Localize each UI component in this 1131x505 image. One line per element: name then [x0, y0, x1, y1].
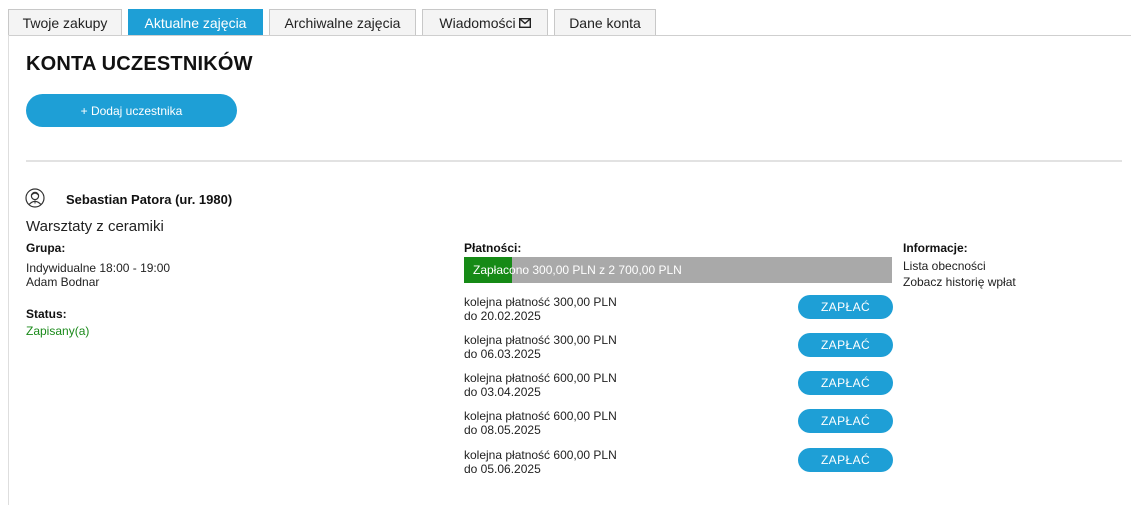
installment-amount: kolejna płatność 600,00 PLN — [464, 409, 617, 423]
add-participant-button[interactable]: + Dodaj uczestnika — [26, 94, 237, 127]
tab-wiadomosci[interactable]: Wiadomości — [422, 9, 548, 35]
tab-aktualne-zajecia[interactable]: Aktualne zajęcia — [128, 9, 263, 35]
payment-installment: kolejna płatność 600,00 PLN do 03.04.202… — [464, 371, 894, 405]
installment-amount: kolejna płatność 600,00 PLN — [464, 448, 617, 462]
tab-label: Dane konta — [569, 14, 641, 31]
payment-installment: kolejna płatność 600,00 PLN do 08.05.202… — [464, 409, 894, 443]
course-name: Warsztaty z ceramiki — [26, 218, 164, 235]
pay-button[interactable]: ZAPŁAĆ — [798, 295, 893, 319]
installment-due-date: do 08.05.2025 — [464, 423, 541, 437]
pay-button[interactable]: ZAPŁAĆ — [798, 371, 893, 395]
payment-installment: kolejna płatność 300,00 PLN do 06.03.202… — [464, 333, 894, 367]
payments-label: Płatności: — [464, 241, 522, 255]
pay-button[interactable]: ZAPŁAĆ — [798, 333, 893, 357]
info-label: Informacje: — [903, 241, 968, 255]
status-label: Status: — [26, 307, 67, 321]
tab-label: Wiadomości — [439, 14, 516, 31]
installment-amount: kolejna płatność 600,00 PLN — [464, 371, 617, 385]
tab-label: Aktualne zajęcia — [144, 14, 247, 31]
tab-archiwalne-zajecia[interactable]: Archiwalne zajęcia — [269, 9, 416, 35]
tab-bar: Twoje zakupy Aktualne zajęcia Archiwalne… — [8, 9, 662, 35]
group-schedule: Indywidualne 18:00 - 19:00 — [26, 261, 171, 275]
installment-amount: kolejna płatność 300,00 PLN — [464, 295, 617, 309]
payment-installment: kolejna płatność 300,00 PLN do 20.02.202… — [464, 295, 894, 329]
payment-history-link[interactable]: Zobacz historię wpłat — [903, 275, 1016, 289]
instructor-name: Adam Bodnar — [26, 275, 100, 289]
installment-due-date: do 06.03.2025 — [464, 347, 541, 361]
pay-button[interactable]: ZAPŁAĆ — [798, 409, 893, 433]
status-value: Zapisany(a) — [26, 324, 90, 338]
envelope-icon — [518, 17, 531, 28]
payment-progress-text: Zapłacono 300,00 PLN z 2 700,00 PLN — [473, 263, 682, 277]
page-title: KONTA UCZESTNIKÓW — [26, 53, 253, 75]
user-avatar-icon — [25, 188, 45, 208]
section-divider — [26, 160, 1122, 162]
content-border — [8, 35, 9, 505]
tab-twoje-zakupy[interactable]: Twoje zakupy — [8, 9, 122, 35]
add-participant-label: + Dodaj uczestnika — [80, 103, 183, 118]
tab-underline — [8, 35, 1131, 36]
attendance-list-link[interactable]: Lista obecności — [903, 259, 986, 273]
installment-amount: kolejna płatność 300,00 PLN — [464, 333, 617, 347]
tab-label: Archiwalne zajęcia — [284, 14, 401, 31]
pay-button[interactable]: ZAPŁAĆ — [798, 448, 893, 472]
installment-due-date: do 03.04.2025 — [464, 385, 541, 399]
participant-name: Sebastian Patora (ur. 1980) — [66, 192, 233, 207]
tab-label: Twoje zakupy — [22, 14, 108, 31]
payment-progress-bar: Zapłacono 300,00 PLN z 2 700,00 PLN — [464, 257, 892, 283]
tab-dane-konta[interactable]: Dane konta — [554, 9, 656, 35]
installment-due-date: do 05.06.2025 — [464, 462, 541, 476]
payment-installment: kolejna płatność 600,00 PLN do 05.06.202… — [464, 448, 894, 482]
group-label: Grupa: — [26, 241, 66, 255]
installment-due-date: do 20.02.2025 — [464, 309, 541, 323]
